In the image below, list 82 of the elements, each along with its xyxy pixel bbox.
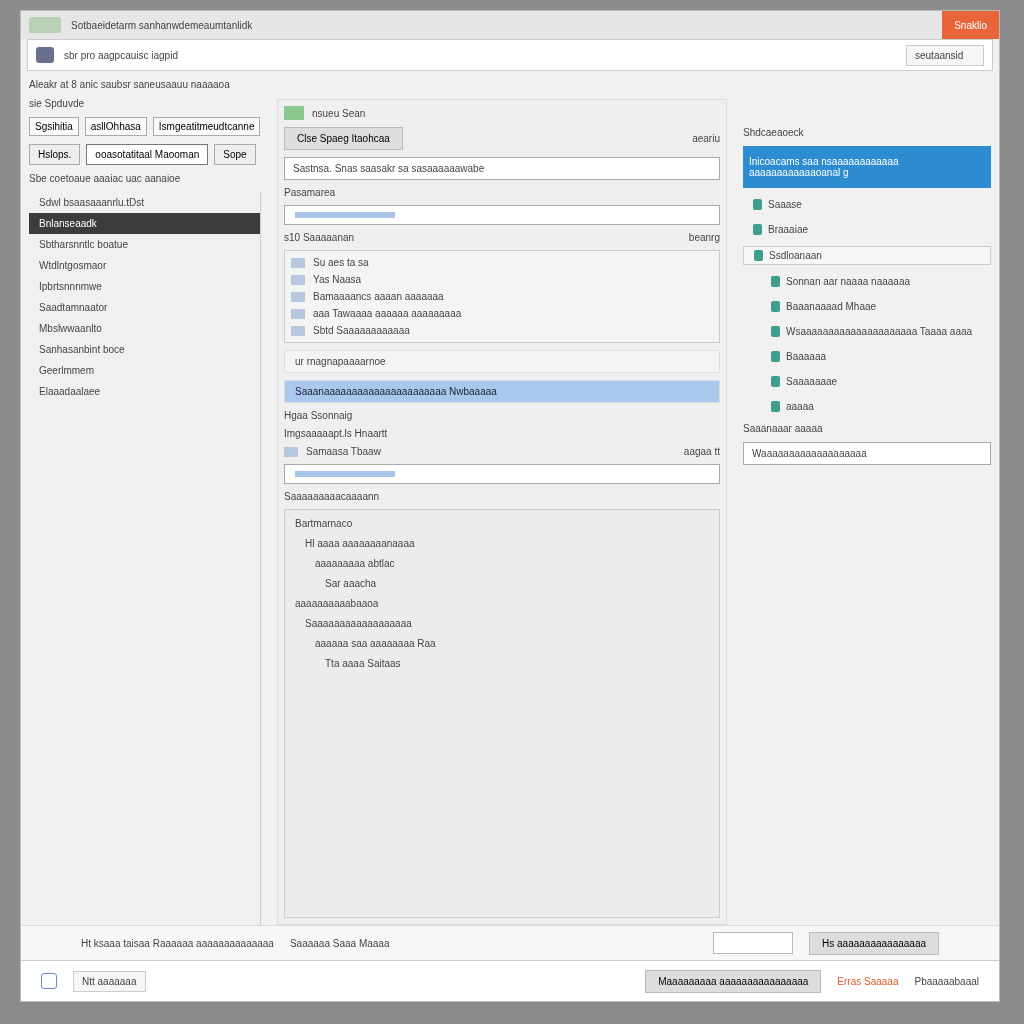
group-row: Samaasa Tbaaw: [306, 446, 381, 457]
document-icon: [291, 291, 305, 302]
warning-text: Erras Saaaaa: [837, 975, 899, 987]
status-label: Pbaaaaabaaal: [914, 975, 979, 987]
list-item[interactable]: Saadtamnaator: [29, 297, 260, 318]
search-field[interactable]: Sastnsa. Snas saasakr sa sasaaaaaawabe: [284, 157, 720, 180]
window-title: Sotbaeidetarm sanhanwdemeaumtanlidk: [71, 19, 254, 31]
list-item[interactable]: Bnlanseaadk: [29, 213, 260, 234]
list-item[interactable]: Mbslwwaanlto: [29, 318, 260, 339]
blank-button[interactable]: [713, 932, 793, 954]
filter-chip[interactable]: asllOhhasa: [84, 117, 147, 136]
footer-action-button[interactable]: Hs aaaaaaaaaaaaaaaa: [809, 931, 939, 955]
list-row: Sbtd Saaaaaaaaaaaa: [313, 325, 410, 336]
tree-item[interactable]: Bartmarnaco: [295, 518, 709, 529]
tree-item[interactable]: aaaaaaaaa abtlac: [295, 558, 709, 569]
group-note: aagaa tt: [683, 446, 720, 457]
tree-item[interactable]: Baaaaaa: [743, 348, 991, 365]
filter-chip[interactable]: Sgsihitia: [29, 117, 79, 136]
option-row[interactable]: ur rnagnapaaaarnoe: [284, 350, 720, 373]
status-text: Saaaaaa Saaa Maaaa: [289, 937, 390, 949]
status-message: Ht ksaaa taisaa Raaaaaa aaaaaaaaaaaaaa: [81, 937, 274, 949]
tree-item[interactable]: Wsaaaaaaaaaaaaaaaaaaaaa Taaaa aaaa: [743, 323, 991, 340]
address-text: sbr pro aagpcauisc iagpid: [64, 49, 179, 61]
tree-item[interactable]: Ssdloanaan: [743, 246, 991, 265]
tree-item[interactable]: Hl aaaa aaaaaaaanaaaa: [295, 538, 709, 549]
section-label: Pasamarea: [284, 187, 337, 198]
document-icon: [291, 274, 305, 285]
footer-label: Saaanaaar aaaaa: [743, 423, 824, 434]
tree-item[interactable]: aaaaaa saa aaaaaaaa Raa: [295, 638, 709, 649]
option-note: Hgaa Ssonnaig: [284, 410, 354, 421]
tree-item[interactable]: Saaase: [743, 196, 991, 213]
group-label: Imgsaaaaapt.ls Hnaartt: [284, 428, 389, 439]
tree-item[interactable]: Saaaaaaaaaaaaaaaaaa: [295, 618, 709, 629]
panel-heading: Shdcaeaoeck: [743, 127, 805, 138]
app-logo-icon: [36, 47, 54, 63]
url-field[interactable]: [284, 205, 720, 225]
panel-heading: Aleakr at 8 anic saubsr saneusaauu naaaaoa: [29, 79, 231, 90]
list-item[interactable]: Sbtharsnntlc boatue: [29, 234, 260, 255]
field-note: Saaaaaaaaacaaaann: [284, 491, 381, 502]
tree-item[interactable]: Sonnan aar naaaa naaaaaa: [743, 273, 991, 290]
tree-item[interactable]: Saaaaaaae: [743, 373, 991, 390]
document-icon: [291, 257, 305, 268]
document-icon: [291, 325, 305, 336]
app-icon: [29, 17, 61, 33]
toolbar-field[interactable]: seutaansid: [906, 44, 984, 66]
tree-item[interactable]: Sar aaacha: [295, 578, 709, 589]
list-item[interactable]: Ipbrtsnnnmwe: [29, 276, 260, 297]
list-item[interactable]: Elaaadaalaee: [29, 381, 260, 402]
tab[interactable]: Sope: [214, 144, 256, 165]
list-item[interactable]: Sdwl bsaasaaanrlu.tDst: [29, 192, 260, 213]
tab[interactable]: Hslops.: [29, 144, 81, 165]
document-icon: [284, 446, 298, 457]
header-note: aeariu: [692, 133, 720, 144]
tab[interactable]: ooasotatitaal Maooman: [86, 144, 209, 165]
tree-item[interactable]: Tta aaaa Saitaas: [295, 658, 709, 669]
path-text: Sbe coetoaue aaaiac uac aanaioe: [29, 173, 182, 184]
list-item[interactable]: Geerlmmem: [29, 360, 260, 381]
value-field[interactable]: Waaaaaaaaaaaaaaaaaaa: [743, 442, 991, 465]
list-row: aaa Tawaaaa aaaaaa aaaaaaaaa: [313, 308, 462, 319]
list-item[interactable]: Sanhasanbint boce: [29, 339, 260, 360]
document-icon: [291, 308, 305, 319]
list-label: s10 Saaaaanan: [284, 232, 355, 243]
footer-icon: [41, 973, 57, 989]
sheet-icon: [284, 106, 304, 120]
list-row: Su aes ta sa: [313, 257, 369, 268]
tree-item[interactable]: Braaaiae: [743, 221, 991, 238]
tree-item[interactable]: aaaaa: [743, 398, 991, 415]
list-row: Yas Naasa: [313, 274, 362, 285]
panel-subheading: sie Spduvde: [29, 98, 86, 109]
info-banner: Inicoacams saa nsaaaaaaaaaaaa aaaaaaaaaaaaoanal g: [743, 146, 991, 188]
filter-chip[interactable]: Ismgeatitmeudtcanne: [152, 117, 261, 136]
input-field[interactable]: [284, 464, 720, 484]
list-note: beanrg: [688, 232, 720, 243]
list-item[interactable]: Wtdlntgosmaor: [29, 255, 260, 276]
tree-item[interactable]: Baaanaaaad Mhaae: [743, 298, 991, 315]
list-row: Bamaaaancs aaaan aaaaaaa: [313, 291, 444, 302]
tree-item[interactable]: aaaaaaaaaabaaoa: [295, 598, 709, 609]
header-button[interactable]: Clse Spaeg Itaohcaa: [284, 127, 403, 150]
option-row[interactable]: Saaanaaaaaaaaaaaaaaaaaaaaaa Nwbaaaaa: [284, 380, 720, 403]
footer-button[interactable]: Maaaaaaaaa aaaaaaaaaaaaaaaa: [645, 969, 822, 993]
footer-field[interactable]: Ntt aaaaaaa: [73, 970, 146, 992]
panel-header: nsueu Sean: [312, 107, 366, 119]
